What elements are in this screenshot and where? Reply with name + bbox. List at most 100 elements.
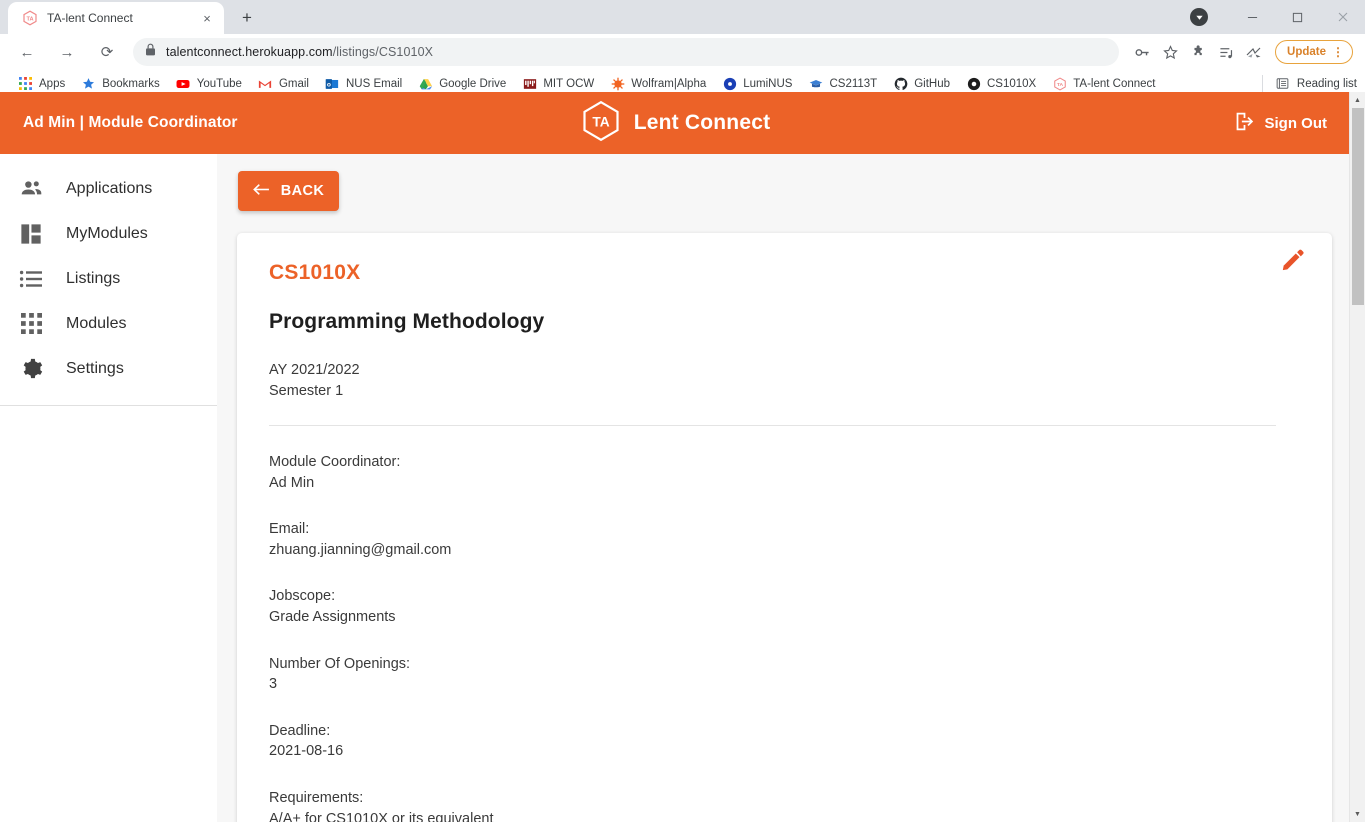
field-label: Deadline: [269, 722, 331, 739]
scroll-down-arrow-icon[interactable]: ▼ [1350, 806, 1365, 822]
listing-card: CS1010X Programming Methodology AY 2021/… [237, 233, 1332, 822]
svg-text:TA: TA [26, 16, 33, 22]
browser-tab[interactable]: TA TA-lent Connect × [8, 2, 224, 34]
browser-toolbar: ← → ⟳ talentconnect.herokuapp.com/listin… [0, 34, 1365, 70]
sidebar-item-mymodules[interactable]: MyModules [0, 211, 217, 256]
arrow-left-icon [252, 183, 270, 200]
bookmark-label: CS1010X [987, 77, 1037, 90]
reading-list-button[interactable]: Reading list [1261, 74, 1357, 93]
people-icon [18, 176, 44, 202]
update-button[interactable]: Update ⋮ [1275, 40, 1353, 64]
tab-title: TA-lent Connect [47, 11, 133, 25]
field-value: Ad Min [269, 474, 315, 491]
extensions-icon[interactable] [1185, 39, 1211, 65]
app-body: Applications MyModules Listings Modules … [0, 154, 1365, 822]
gear-icon [18, 356, 44, 382]
page-scrollbar[interactable]: ▲ ▼ [1349, 92, 1365, 822]
youtube-icon [176, 76, 191, 91]
url-text: talentconnect.herokuapp.com/listings/CS1… [166, 45, 434, 59]
minimize-button[interactable] [1230, 0, 1275, 34]
field-label: Email: [269, 521, 310, 538]
edit-listing-button[interactable] [1278, 247, 1308, 277]
bookmark-label: TA-lent Connect [1073, 77, 1156, 90]
app-header: Ad Min | Module Coordinator TA Lent Conn… [0, 92, 1349, 154]
field-value: 3 [269, 676, 278, 693]
apps-grid-icon [18, 311, 44, 337]
back-button[interactable]: BACK [238, 171, 339, 211]
tab-strip: TA TA-lent Connect × + [0, 0, 1365, 34]
bookmark-label: GitHub [914, 77, 950, 90]
bookmark-label: LumiNUS [743, 77, 793, 90]
ta-hexagon-favicon-icon: TA [1052, 76, 1067, 91]
sidebar-item-listings[interactable]: Listings [0, 256, 217, 301]
bookmark-label: NUS Email [345, 77, 403, 90]
github-icon [893, 76, 908, 91]
back-navigation-icon[interactable]: ← [13, 38, 41, 66]
brand-logo[interactable]: TA Lent Connect [575, 99, 775, 148]
field-value: zhuang.jianning@gmail.com [269, 541, 452, 558]
sidebar-item-applications[interactable]: Applications [0, 166, 217, 211]
listing-module-code: CS1010X [269, 261, 361, 284]
sign-out-button[interactable]: Sign Out [1234, 111, 1328, 136]
dark-circle-icon [966, 76, 981, 91]
brand-name: Lent Connect [633, 111, 771, 134]
download-indicator-icon[interactable] [1190, 8, 1208, 26]
star-icon[interactable] [1157, 39, 1183, 65]
sidebar-item-label: MyModules [66, 224, 148, 242]
listing-field: Email: zhuang.jianning@gmail.com [269, 519, 1304, 560]
semester: Semester 1 [269, 382, 344, 399]
lock-icon [145, 43, 156, 61]
scroll-up-arrow-icon[interactable]: ▲ [1350, 92, 1365, 108]
back-button-label: BACK [280, 183, 325, 199]
outlook-icon: o [325, 76, 340, 91]
field-label: Requirements: [269, 789, 364, 806]
key-icon[interactable] [1129, 39, 1155, 65]
sidebar-item-label: Settings [66, 359, 124, 377]
listing-field: Number Of Openings: 3 [269, 654, 1304, 695]
listing-field: Module Coordinator: Ad Min [269, 452, 1304, 493]
close-window-button[interactable] [1320, 0, 1365, 34]
listing-module-title: Programming Methodology [269, 310, 545, 333]
sign-out-icon [1234, 111, 1255, 136]
sidebar-item-label: Modules [66, 314, 127, 332]
sidebar-item-label: Applications [66, 179, 153, 197]
star-icon [81, 76, 96, 91]
mit-ocw-icon [522, 76, 537, 91]
list-icon [18, 266, 44, 292]
field-label: Number Of Openings: [269, 655, 411, 672]
close-icon[interactable]: × [199, 10, 215, 26]
listing-field: Requirements: A/A+ for CS1010X or its eq… [269, 788, 1304, 822]
field-value: 2021-08-16 [269, 743, 344, 760]
address-bar[interactable]: talentconnect.herokuapp.com/listings/CS1… [133, 38, 1120, 66]
academic-year: AY 2021/2022 [269, 362, 360, 378]
bookmark-label: Google Drive [439, 77, 507, 90]
svg-text:TA: TA [592, 114, 609, 129]
new-tab-button[interactable]: + [233, 4, 261, 32]
reading-list-label: Reading list [1296, 77, 1357, 90]
media-list-icon[interactable] [1213, 39, 1239, 65]
translate-icon[interactable] [1241, 39, 1267, 65]
bookmark-label: Bookmarks [102, 77, 160, 90]
sign-out-label: Sign Out [1264, 114, 1328, 132]
sidebar-item-label: Listings [66, 269, 121, 287]
browser-menu-icon[interactable]: ⋮ [1332, 45, 1344, 59]
forward-navigation-icon[interactable]: → [53, 38, 81, 66]
listing-field: Deadline: 2021-08-16 [269, 721, 1304, 762]
sidebar-item-modules[interactable]: Modules [0, 301, 217, 346]
sidebar-item-settings[interactable]: Settings [0, 346, 217, 391]
graduation-cap-icon [808, 76, 823, 91]
scrollbar-thumb[interactable] [1352, 108, 1364, 305]
reload-icon[interactable]: ⟳ [93, 38, 121, 66]
svg-text:TA: TA [1057, 82, 1064, 88]
web-page: Ad Min | Module Coordinator TA Lent Conn… [0, 92, 1365, 822]
bookmark-label: Gmail [278, 77, 309, 90]
wolfram-icon [610, 76, 625, 91]
bookmark-label: YouTube [196, 77, 242, 90]
field-label: Module Coordinator: [269, 454, 401, 471]
maximize-button[interactable] [1275, 0, 1320, 34]
bookmark-label: Apps [39, 77, 66, 90]
pencil-edit-icon [1280, 247, 1306, 278]
bookmark-label: Wolfram|Alpha [631, 77, 707, 90]
dashboard-icon [18, 221, 44, 247]
field-value: Grade Assignments [269, 609, 396, 626]
